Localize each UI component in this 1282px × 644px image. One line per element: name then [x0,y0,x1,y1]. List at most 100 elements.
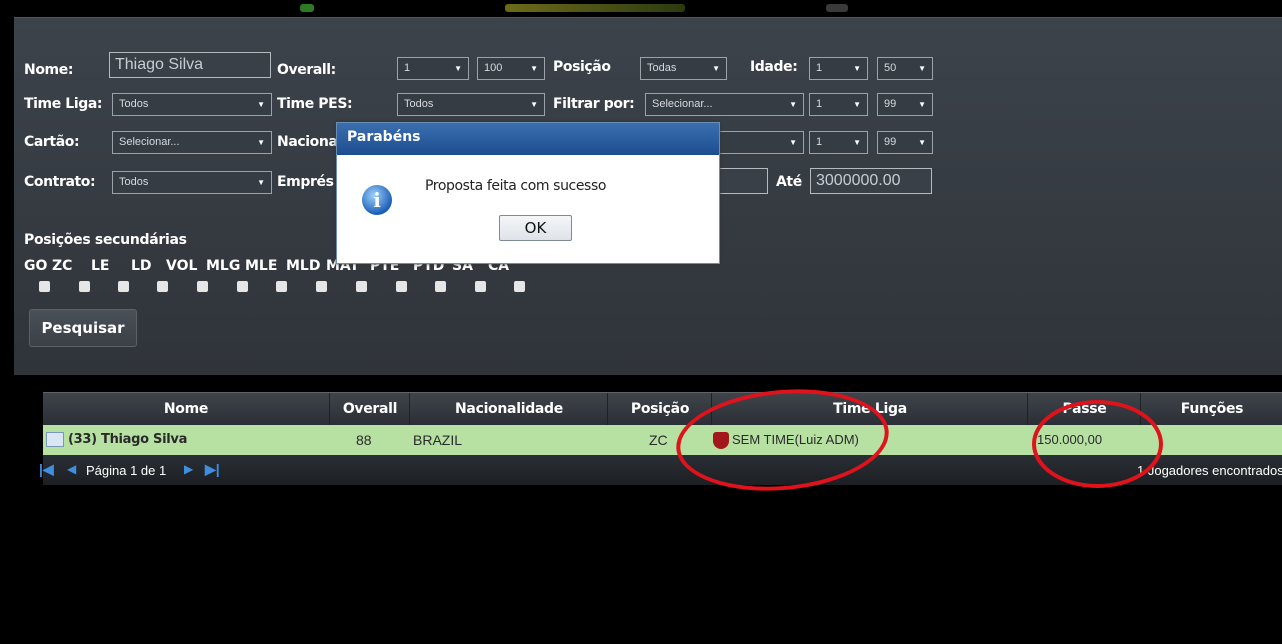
col-header-nacionalidade[interactable]: Nacionalidade [409,393,608,425]
select-value: 1 [816,62,823,74]
valor-min-input[interactable] [712,168,768,194]
cell-overall: 88 [356,432,372,448]
checkbox-sa[interactable] [475,281,486,292]
select-value: 1 [816,98,823,110]
filtrar-por-label: Filtrar por: [553,96,635,112]
contrato-label: Contrato: [24,174,96,190]
banner-fragment [505,4,685,12]
position-label: MLD [286,258,321,274]
position-label: ZC [52,258,73,274]
search-button[interactable]: Pesquisar [29,309,137,347]
nome-input[interactable]: Thiago Silva [109,52,271,78]
dropdown-arrow-icon: ▼ [789,138,797,147]
select-value: Todos [119,98,149,110]
checkbox-vol[interactable] [197,281,208,292]
dropdown-arrow-icon: ▼ [530,100,538,109]
player-card-icon[interactable] [46,432,64,447]
cartao-label: Cartão: [24,134,80,150]
dropdown-arrow-icon: ▼ [712,64,720,73]
time-liga-select[interactable]: Todos ▼ [112,93,272,116]
emprestimo-label: Emprés [277,174,334,190]
nacionalidade-label: Naciona [277,134,338,150]
checkbox-go[interactable] [39,281,50,292]
overall-label: Overall: [277,62,336,78]
overall-max-select[interactable]: 100 ▼ [477,57,545,80]
checkbox-mld[interactable] [316,281,327,292]
position-label: LE [91,258,110,274]
col-header-overall[interactable]: Overall [329,393,410,425]
position-label: LD [131,258,152,274]
dropdown-arrow-icon: ▼ [789,100,797,109]
idade-min-select[interactable]: 1 ▼ [809,57,868,80]
row3-filter-select[interactable]: ▼ [712,131,804,154]
checkbox-zc[interactable] [79,281,90,292]
top-banner-strip [0,0,1282,12]
select-value: Todos [404,98,434,110]
cell-nacionalidade: BRAZIL [413,432,463,448]
dialog-message: Proposta feita com sucesso [425,178,607,194]
filtrar-por-select[interactable]: Selecionar... ▼ [645,93,804,116]
dropdown-arrow-icon: ▼ [257,178,265,187]
success-dialog: Parabéns i Proposta feita com sucesso OK [336,122,720,264]
time-liga-label: Time Liga: [24,96,103,112]
checkbox-ptd[interactable] [435,281,446,292]
dropdown-arrow-icon: ▼ [918,100,926,109]
secondary-positions-label: Posições secundárias [24,232,187,248]
checkbox-mlg[interactable] [237,281,248,292]
dialog-title[interactable]: Parabéns [337,123,719,155]
position-label: GO [24,258,48,274]
results-count: 1 Jogadores encontrados [1137,463,1282,478]
next-page-icon[interactable]: ▶ [184,462,193,476]
dropdown-arrow-icon: ▼ [853,138,861,147]
select-value: 100 [484,62,503,74]
banner-fragment [300,4,314,12]
cartao-select[interactable]: Selecionar... ▼ [112,131,272,154]
valor-max-input[interactable]: 3000000.00 [810,168,932,194]
prev-page-icon[interactable]: ◀ [67,462,76,476]
select-value: Todos [119,176,149,188]
overall-min-select[interactable]: 1 ▼ [397,57,469,80]
checkbox-le[interactable] [118,281,129,292]
col-header-funcoes[interactable]: Funções [1140,393,1282,425]
last-page-icon[interactable]: ▶| [205,461,220,478]
nome-label: Nome: [24,62,74,78]
posicao-select[interactable]: Todas ▼ [640,57,727,80]
dropdown-arrow-icon: ▼ [454,64,462,73]
position-label: MLE [245,258,278,274]
dropdown-arrow-icon: ▼ [918,138,926,147]
checkbox-mle[interactable] [276,281,287,292]
idade-label: Idade: [750,59,798,75]
contrato-select[interactable]: Todos ▼ [112,171,272,194]
first-page-icon[interactable]: |◀ [39,461,54,478]
info-icon: i [362,185,392,215]
annotation-circle-passe [1032,400,1163,488]
select-value: Todas [647,62,677,74]
cell-nome[interactable]: (33) Thiago Silva [68,425,187,455]
position-label: MLG [206,258,241,274]
dropdown-arrow-icon: ▼ [853,64,861,73]
ok-button[interactable]: OK [499,215,572,241]
filtrar-min-select[interactable]: 1 ▼ [809,93,868,116]
filtrar-max-select[interactable]: 99 ▼ [877,93,933,116]
time-pes-select[interactable]: Todos ▼ [397,93,545,116]
col-header-nome[interactable]: Nome [43,393,329,425]
dropdown-arrow-icon: ▼ [257,100,265,109]
dropdown-arrow-icon: ▼ [257,138,265,147]
dropdown-arrow-icon: ▼ [530,64,538,73]
dropdown-arrow-icon: ▼ [853,100,861,109]
checkbox-mat[interactable] [356,281,367,292]
position-label: VOL [166,258,198,274]
idade-max-select[interactable]: 50 ▼ [877,57,933,80]
select-value: 1 [816,136,823,148]
checkbox-ld[interactable] [157,281,168,292]
select-value: Selecionar... [652,98,713,110]
row3-min-select[interactable]: 1 ▼ [809,131,868,154]
checkbox-pte[interactable] [396,281,407,292]
select-value: 99 [884,136,897,148]
row3-max-select[interactable]: 99 ▼ [877,131,933,154]
select-value: 1 [404,62,411,74]
ate-label: Até [776,174,802,190]
dropdown-arrow-icon: ▼ [918,64,926,73]
checkbox-ca[interactable] [514,281,525,292]
page-indicator: Página 1 de 1 [86,463,167,478]
